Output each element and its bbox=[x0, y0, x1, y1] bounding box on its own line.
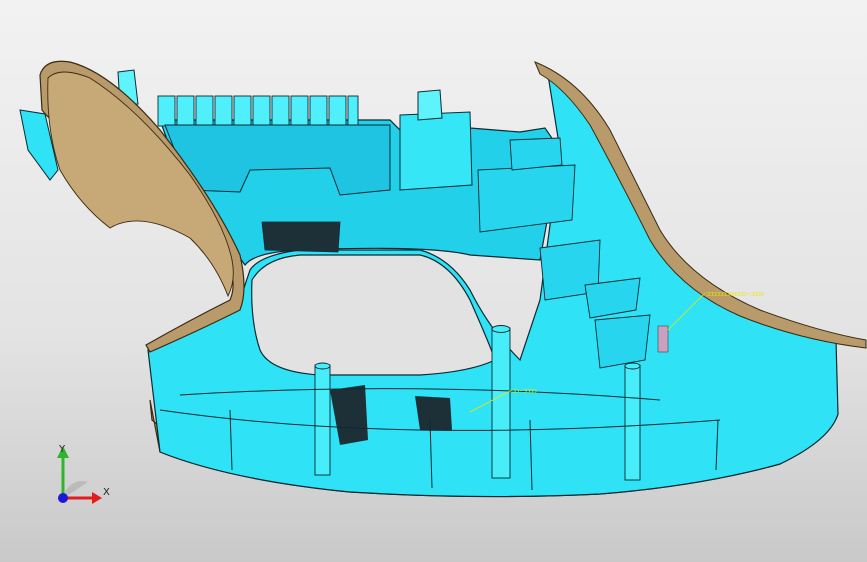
coordinate-triad bbox=[57, 446, 102, 504]
dimension-annotation[interactable]: ᴐᴐᴐᴐᴐᴐᴐᴐᴐᴐᴐᴐ-ᴐᴐᴐᴐ bbox=[706, 289, 764, 298]
y-axis-label: Y bbox=[59, 444, 66, 455]
z-axis-dot bbox=[58, 493, 68, 503]
cad-model-housing[interactable] bbox=[0, 0, 867, 562]
dark-pad-top bbox=[261, 221, 341, 253]
graphics-viewport[interactable]: ᴐᴐᴐᴐᴐᴐᴐᴐᴐᴐᴐᴐ-ᴐᴐᴐᴐ ᴐᴐ-ᴐᴐᴐᴐ Y X bbox=[0, 0, 867, 562]
top-clip bbox=[417, 89, 443, 121]
dimension-annotation[interactable]: ᴐᴐ-ᴐᴐᴐᴐ bbox=[512, 386, 537, 395]
top-boss bbox=[399, 111, 473, 191]
center-opening bbox=[251, 254, 496, 376]
x-axis-head bbox=[92, 492, 102, 504]
dark-pad-center bbox=[415, 396, 452, 430]
clip-feature bbox=[657, 325, 669, 353]
triad-arc bbox=[64, 480, 88, 498]
x-axis-label: X bbox=[103, 487, 110, 498]
